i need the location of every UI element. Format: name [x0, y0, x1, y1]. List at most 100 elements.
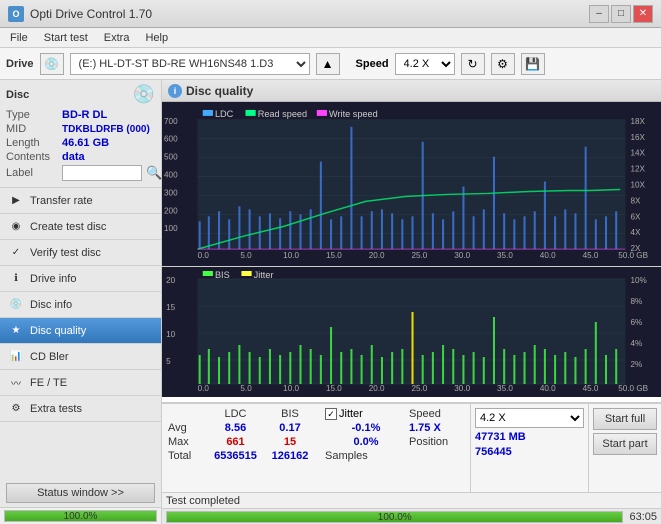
jitter-checkbox-area: ✓ Jitter — [317, 408, 407, 420]
samples-value: 756445 — [475, 446, 512, 458]
eject-button[interactable]: ▲ — [316, 53, 340, 75]
sidebar-item-disc-info[interactable]: 💿 Disc info — [0, 292, 161, 318]
status-text-bar: Test completed — [162, 492, 661, 508]
menu-bar: File Start test Extra Help — [0, 28, 661, 48]
svg-text:300: 300 — [164, 189, 178, 198]
svg-text:12X: 12X — [630, 165, 645, 174]
disc-label-input[interactable] — [62, 165, 142, 181]
drive-info-icon: ℹ — [8, 271, 24, 287]
jitter-checkbox[interactable]: ✓ — [325, 408, 337, 420]
svg-text:5: 5 — [166, 357, 171, 366]
sidebar: Disc 💿 Type BD-R DL MID TDKBLDRFB (000) … — [0, 80, 162, 524]
save-button[interactable]: 💾 — [521, 53, 545, 75]
menu-file[interactable]: File — [4, 30, 34, 46]
svg-text:45.0: 45.0 — [583, 384, 599, 393]
position-label: Position — [409, 436, 464, 448]
menu-extra[interactable]: Extra — [98, 30, 136, 46]
app-title: Opti Drive Control 1.70 — [30, 7, 152, 21]
stats-empty-header — [168, 408, 206, 420]
sidebar-item-disc-quality[interactable]: ★ Disc quality — [0, 318, 161, 344]
speed-col-header: Speed — [409, 408, 464, 420]
drive-icon-btn[interactable]: 💿 — [40, 53, 64, 75]
disc-type-label: Type — [6, 109, 58, 121]
sidebar-item-transfer-rate[interactable]: ▶ Transfer rate — [0, 188, 161, 214]
disc-panel: Disc 💿 Type BD-R DL MID TDKBLDRFB (000) … — [0, 80, 161, 188]
app-icon: O — [8, 6, 24, 22]
svg-text:Read speed: Read speed — [258, 109, 307, 119]
status-window-button[interactable]: Status window >> — [6, 483, 155, 503]
chart1-svg: LDC Read speed Write speed 700 600 500 4… — [162, 102, 661, 266]
sidebar-item-verify-test-disc-label: Verify test disc — [30, 247, 101, 259]
svg-text:4X: 4X — [630, 228, 641, 237]
bottom-progress-outer: 100.0% — [166, 511, 623, 523]
jitter-label: Jitter — [339, 408, 363, 420]
menu-start-test[interactable]: Start test — [38, 30, 94, 46]
settings-button[interactable]: ⚙ — [491, 53, 515, 75]
svg-text:700: 700 — [164, 117, 178, 126]
maximize-button[interactable]: □ — [611, 5, 631, 23]
sidebar-item-disc-info-label: Disc info — [30, 299, 72, 311]
bottom-progress-text: 100.0% — [167, 512, 622, 524]
transfer-rate-icon: ▶ — [8, 193, 24, 209]
sidebar-item-extra-tests[interactable]: ⚙ Extra tests — [0, 396, 161, 422]
svg-text:25.0: 25.0 — [412, 384, 428, 393]
sidebar-item-fe-te-label: FE / TE — [30, 377, 67, 389]
disc-length-value: 46.61 GB — [62, 137, 109, 149]
svg-text:10X: 10X — [630, 181, 645, 190]
chart2-svg: BIS Jitter 20 15 10 5 10% 8% 6% 4% 2% 0.… — [162, 267, 661, 397]
disc-quality-icon: ★ — [8, 323, 24, 339]
sidebar-item-verify-test-disc[interactable]: ✓ Verify test disc — [0, 240, 161, 266]
svg-text:20.0: 20.0 — [369, 384, 385, 393]
disc-type-value: BD-R DL — [62, 109, 107, 121]
cd-bler-icon: 📊 — [8, 349, 24, 365]
disc-quality-header: i Disc quality — [162, 80, 661, 102]
svg-text:4%: 4% — [630, 339, 642, 348]
close-button[interactable]: ✕ — [633, 5, 653, 23]
speed-select[interactable]: 4.2 X — [395, 53, 455, 75]
svg-text:10: 10 — [166, 330, 176, 339]
verify-test-disc-icon: ✓ — [8, 245, 24, 261]
svg-text:45.0: 45.0 — [583, 251, 599, 260]
disc-icon: 💿 — [133, 84, 155, 105]
sidebar-item-cd-bler[interactable]: 📊 CD Bler — [0, 344, 161, 370]
drive-select[interactable]: (E:) HL-DT-ST BD-RE WH16NS48 1.D3 — [70, 53, 310, 75]
disc-label-icon[interactable]: 🔍 — [146, 165, 162, 181]
chart1-container: LDC Read speed Write speed 700 600 500 4… — [162, 102, 661, 267]
ldc-header: LDC — [208, 408, 263, 420]
total-ldc: 6536515 — [208, 450, 263, 462]
samples-label: Samples — [317, 450, 407, 462]
position-value: 47731 MB — [475, 431, 526, 443]
sidebar-item-create-test-disc-label: Create test disc — [30, 221, 106, 233]
minimize-button[interactable]: – — [589, 5, 609, 23]
sidebar-progress-text: 100.0% — [5, 511, 156, 522]
fe-te-icon: 〰 — [8, 375, 24, 391]
refresh-button[interactable]: ↻ — [461, 53, 485, 75]
start-full-button[interactable]: Start full — [593, 408, 657, 430]
drive-bar: Drive 💿 (E:) HL-DT-ST BD-RE WH16NS48 1.D… — [0, 48, 661, 80]
svg-text:100: 100 — [164, 224, 178, 233]
bis-header: BIS — [265, 408, 315, 420]
svg-text:50.0 GB: 50.0 GB — [618, 384, 648, 393]
sidebar-item-transfer-rate-label: Transfer rate — [30, 195, 93, 207]
bottom-progress-bar: 100.0% 63:05 — [162, 508, 661, 524]
svg-text:BIS: BIS — [215, 270, 230, 280]
svg-text:25.0: 25.0 — [412, 251, 428, 260]
sidebar-item-fe-te[interactable]: 〰 FE / TE — [0, 370, 161, 396]
svg-text:40.0: 40.0 — [540, 384, 556, 393]
sidebar-item-create-test-disc[interactable]: ◉ Create test disc — [0, 214, 161, 240]
menu-help[interactable]: Help — [139, 30, 174, 46]
svg-text:10%: 10% — [630, 276, 646, 285]
svg-text:10.0: 10.0 — [283, 251, 299, 260]
svg-text:5.0: 5.0 — [240, 251, 252, 260]
disc-mid-label: MID — [6, 123, 58, 135]
svg-text:200: 200 — [164, 206, 178, 215]
right-panel: i Disc quality LDC Read speed Write — [162, 80, 661, 524]
stats-speed-dropdown[interactable]: 4.2 X — [475, 408, 584, 428]
sidebar-progress-bar: 100.0% — [4, 510, 157, 522]
svg-text:0.0: 0.0 — [198, 251, 210, 260]
max-label: Max — [168, 436, 206, 448]
start-part-button[interactable]: Start part — [593, 433, 657, 455]
sidebar-item-drive-info[interactable]: ℹ Drive info — [0, 266, 161, 292]
svg-text:15.0: 15.0 — [326, 251, 342, 260]
svg-text:35.0: 35.0 — [497, 384, 513, 393]
